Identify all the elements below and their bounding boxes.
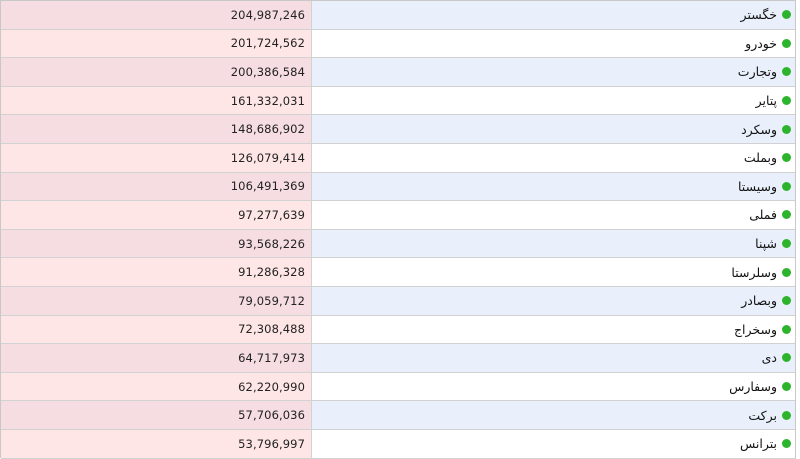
value-cell: 91,286,328	[1, 258, 312, 286]
symbol-name[interactable]: وسلرستا	[731, 265, 777, 280]
table-right-margin	[796, 0, 800, 458]
value-cell: 200,386,584	[1, 58, 312, 86]
table-row[interactable]: 62,220,990 وسفارس	[1, 372, 796, 402]
table-row[interactable]: 204,987,246 خگستر	[1, 1, 796, 30]
table-row[interactable]: 57,706,036 برکت	[1, 401, 796, 430]
green-status-dot-icon	[782, 439, 791, 449]
symbol-cell[interactable]: وسفارس	[312, 372, 796, 401]
symbol-cell[interactable]: خگستر	[312, 1, 796, 29]
green-status-dot-icon	[782, 353, 791, 363]
table-row[interactable]: 53,796,997 بترانس	[1, 429, 796, 459]
green-status-dot-icon	[782, 10, 791, 20]
green-status-dot-icon	[782, 38, 791, 48]
value-cell: 53,796,997	[1, 429, 312, 458]
table-row[interactable]: 106,491,369 وسیستا	[1, 172, 796, 202]
table-row[interactable]: 97,277,639 فملی	[1, 201, 796, 230]
green-status-dot-icon	[782, 324, 791, 334]
green-status-dot-icon	[782, 181, 791, 191]
table-row[interactable]: 93,568,226 شپنا	[1, 229, 796, 259]
symbol-cell[interactable]: برکت	[312, 401, 796, 429]
value-cell: 79,059,712	[1, 286, 312, 315]
table-row[interactable]: 200,386,584 وتجارت	[1, 58, 796, 87]
value-cell: 97,277,639	[1, 201, 312, 229]
symbol-cell[interactable]: وبملت	[312, 143, 796, 172]
table-row[interactable]: 126,079,414 وبملت	[1, 143, 796, 173]
symbol-name[interactable]: برکت	[748, 408, 777, 423]
symbol-cell[interactable]: وبصادر	[312, 286, 796, 315]
symbol-cell[interactable]: پتایر	[312, 86, 796, 115]
green-status-dot-icon	[782, 67, 791, 77]
symbol-name[interactable]: وسفارس	[729, 379, 777, 394]
green-status-dot-icon	[782, 382, 791, 392]
table-row[interactable]: 64,717,973 دی	[1, 344, 796, 373]
symbol-cell[interactable]: وسلرستا	[312, 258, 796, 286]
symbol-cell[interactable]: وتجارت	[312, 58, 796, 86]
symbol-name[interactable]: فملی	[749, 207, 777, 222]
symbol-name[interactable]: وسیستا	[738, 179, 777, 194]
symbol-name[interactable]: وسخراج	[734, 322, 777, 337]
green-status-dot-icon	[782, 153, 791, 163]
symbol-name[interactable]: وبملت	[744, 150, 777, 165]
symbol-name[interactable]: پتایر	[756, 93, 777, 108]
table-row[interactable]: 148,686,902 وسکرد	[1, 115, 796, 144]
value-cell: 201,724,562	[1, 29, 312, 58]
symbol-name[interactable]: بترانس	[740, 436, 777, 451]
symbol-cell[interactable]: وسخراج	[312, 315, 796, 344]
value-cell: 148,686,902	[1, 115, 312, 143]
table-row[interactable]: 161,332,031 پتایر	[1, 86, 796, 116]
table-row[interactable]: 79,059,712 وبصادر	[1, 286, 796, 316]
green-status-dot-icon	[782, 239, 791, 249]
value-cell: 57,706,036	[1, 401, 312, 429]
symbol-cell[interactable]: بترانس	[312, 429, 796, 458]
green-status-dot-icon	[782, 124, 791, 134]
value-cell: 64,717,973	[1, 344, 312, 372]
value-cell: 62,220,990	[1, 372, 312, 401]
green-status-dot-icon	[782, 267, 791, 277]
value-cell: 106,491,369	[1, 172, 312, 201]
symbol-cell[interactable]: وسیستا	[312, 172, 796, 201]
symbol-name[interactable]: شپنا	[755, 236, 777, 251]
value-cell: 72,308,488	[1, 315, 312, 344]
value-cell: 126,079,414	[1, 143, 312, 172]
symbol-name[interactable]: وسکرد	[741, 122, 777, 137]
symbol-name[interactable]: وتجارت	[738, 64, 777, 79]
symbol-name[interactable]: وبصادر	[741, 293, 777, 308]
green-status-dot-icon	[782, 296, 791, 306]
symbol-cell[interactable]: شپنا	[312, 229, 796, 258]
symbol-cell[interactable]: وسکرد	[312, 115, 796, 143]
symbol-value-table: 204,987,246 خگستر 201,724,562 خودرو 200,…	[0, 0, 796, 459]
table-row[interactable]: 201,724,562 خودرو	[1, 29, 796, 59]
green-status-dot-icon	[782, 210, 791, 220]
value-cell: 204,987,246	[1, 1, 312, 29]
value-cell: 93,568,226	[1, 229, 312, 258]
symbol-cell[interactable]: فملی	[312, 201, 796, 229]
table-row[interactable]: 72,308,488 وسخراج	[1, 315, 796, 345]
symbol-cell[interactable]: خودرو	[312, 29, 796, 58]
green-status-dot-icon	[782, 96, 791, 106]
symbol-name[interactable]: خگستر	[741, 7, 777, 22]
symbol-name[interactable]: دی	[762, 350, 777, 365]
table-row[interactable]: 91,286,328 وسلرستا	[1, 258, 796, 287]
symbol-name[interactable]: خودرو	[745, 36, 777, 51]
value-cell: 161,332,031	[1, 86, 312, 115]
green-status-dot-icon	[782, 410, 791, 420]
symbol-cell[interactable]: دی	[312, 344, 796, 372]
